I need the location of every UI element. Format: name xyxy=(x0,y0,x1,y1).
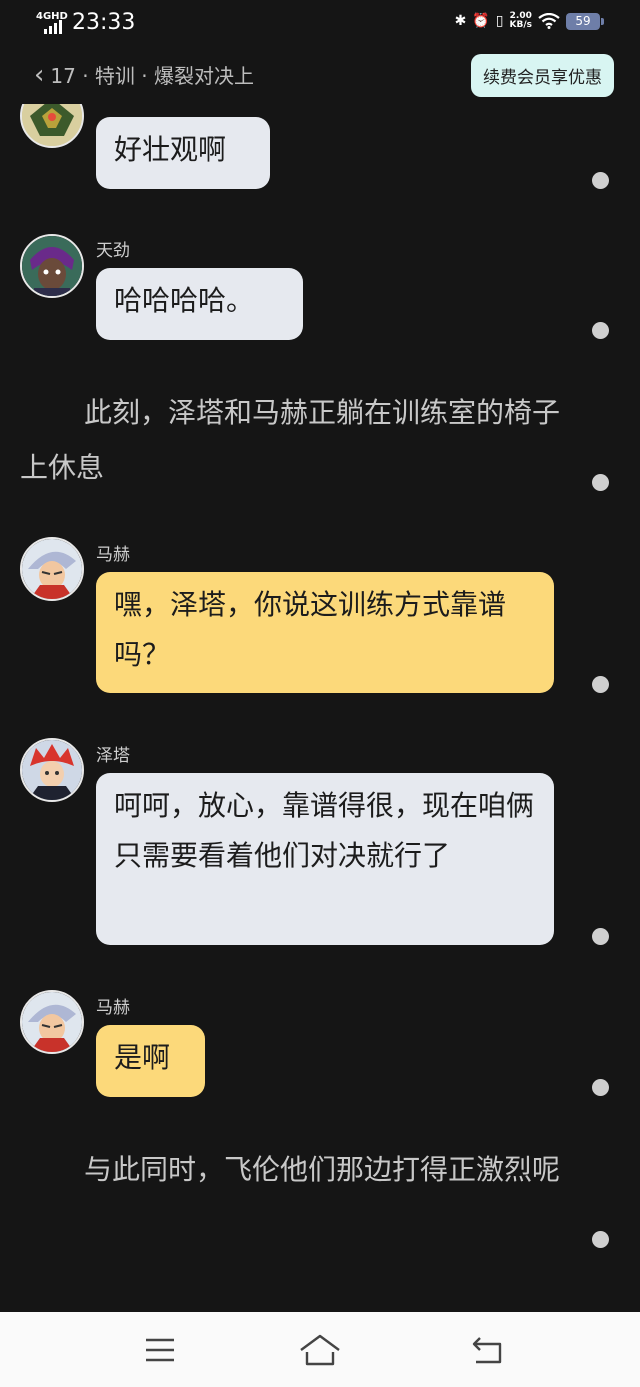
message-dot[interactable] xyxy=(592,1079,609,1096)
avatar[interactable] xyxy=(20,234,84,298)
avatar[interactable] xyxy=(20,990,84,1054)
avatar[interactable] xyxy=(20,104,84,148)
system-nav-bar xyxy=(0,1312,640,1387)
message-bubble: 好壮观啊 xyxy=(96,117,270,189)
network-speed: 2.00 KB/s xyxy=(510,12,532,30)
message-dot[interactable] xyxy=(592,172,609,189)
clock: 23:33 xyxy=(72,10,136,35)
message-bubble: 是啊 xyxy=(96,1025,205,1097)
avatar[interactable] xyxy=(20,537,84,601)
message-dot[interactable] xyxy=(592,474,609,491)
avatar[interactable] xyxy=(20,738,84,802)
vibrate-icon: ▯ xyxy=(495,13,504,29)
back-icon[interactable] xyxy=(468,1330,508,1370)
battery-indicator: 59 xyxy=(566,12,604,30)
alarm-icon: ⏰ xyxy=(472,13,490,29)
speed-unit: KB/s xyxy=(509,20,532,30)
home-icon[interactable] xyxy=(298,1330,342,1370)
chevron-left-icon: ‹ xyxy=(34,59,45,90)
narration-text: 与此同时，飞伦他们那边打得正激烈呢 xyxy=(84,1153,561,1186)
vip-renew-button[interactable]: 续费会员享优惠 xyxy=(471,54,614,97)
narration-text: 此刻，泽塔和马赫正躺在训练室的椅子上休息 xyxy=(20,396,561,484)
message-dot[interactable] xyxy=(592,676,609,693)
sender-name: 泽塔 xyxy=(96,746,130,766)
status-icons: ✱ ⏰ ▯ 2.00 KB/s 59 xyxy=(454,12,604,30)
message-bubble: 呵呵，放心，靠谱得很，现在咱俩只需要看着他们对决就行了 xyxy=(96,773,554,945)
bluetooth-icon: ✱ xyxy=(454,13,467,29)
wifi-icon xyxy=(538,13,560,29)
menu-icon[interactable] xyxy=(140,1330,180,1370)
status-bar: 4GHD 23:33 ✱ ⏰ ▯ 2.00 KB/s 59 xyxy=(0,0,640,48)
sender-name: 马赫 xyxy=(96,998,130,1018)
signal-icon xyxy=(44,20,62,34)
chapter-title: 17 · 特训 · 爆裂对决上 xyxy=(50,64,254,88)
message-dot[interactable] xyxy=(592,1231,609,1248)
message-bubble: 哈哈哈哈。 xyxy=(96,268,303,340)
sender-name: 马赫 xyxy=(96,545,130,565)
message-dot[interactable] xyxy=(592,322,609,339)
sender-name: 天劲 xyxy=(96,241,130,261)
message-bubble: 嘿，泽塔，你说这训练方式靠谱吗？ xyxy=(96,572,554,693)
chat-feed[interactable]: 好壮观啊 天劲 哈哈哈哈。 此刻，泽塔和马赫正躺在训练室的椅子上休息 马赫 嘿，… xyxy=(0,104,640,1312)
back-button[interactable]: ‹ 17 · 特训 · 爆裂对决上 xyxy=(34,60,254,89)
top-bar: ‹ 17 · 特训 · 爆裂对决上 续费会员享优惠 xyxy=(0,48,640,104)
message-dot[interactable] xyxy=(592,928,609,945)
